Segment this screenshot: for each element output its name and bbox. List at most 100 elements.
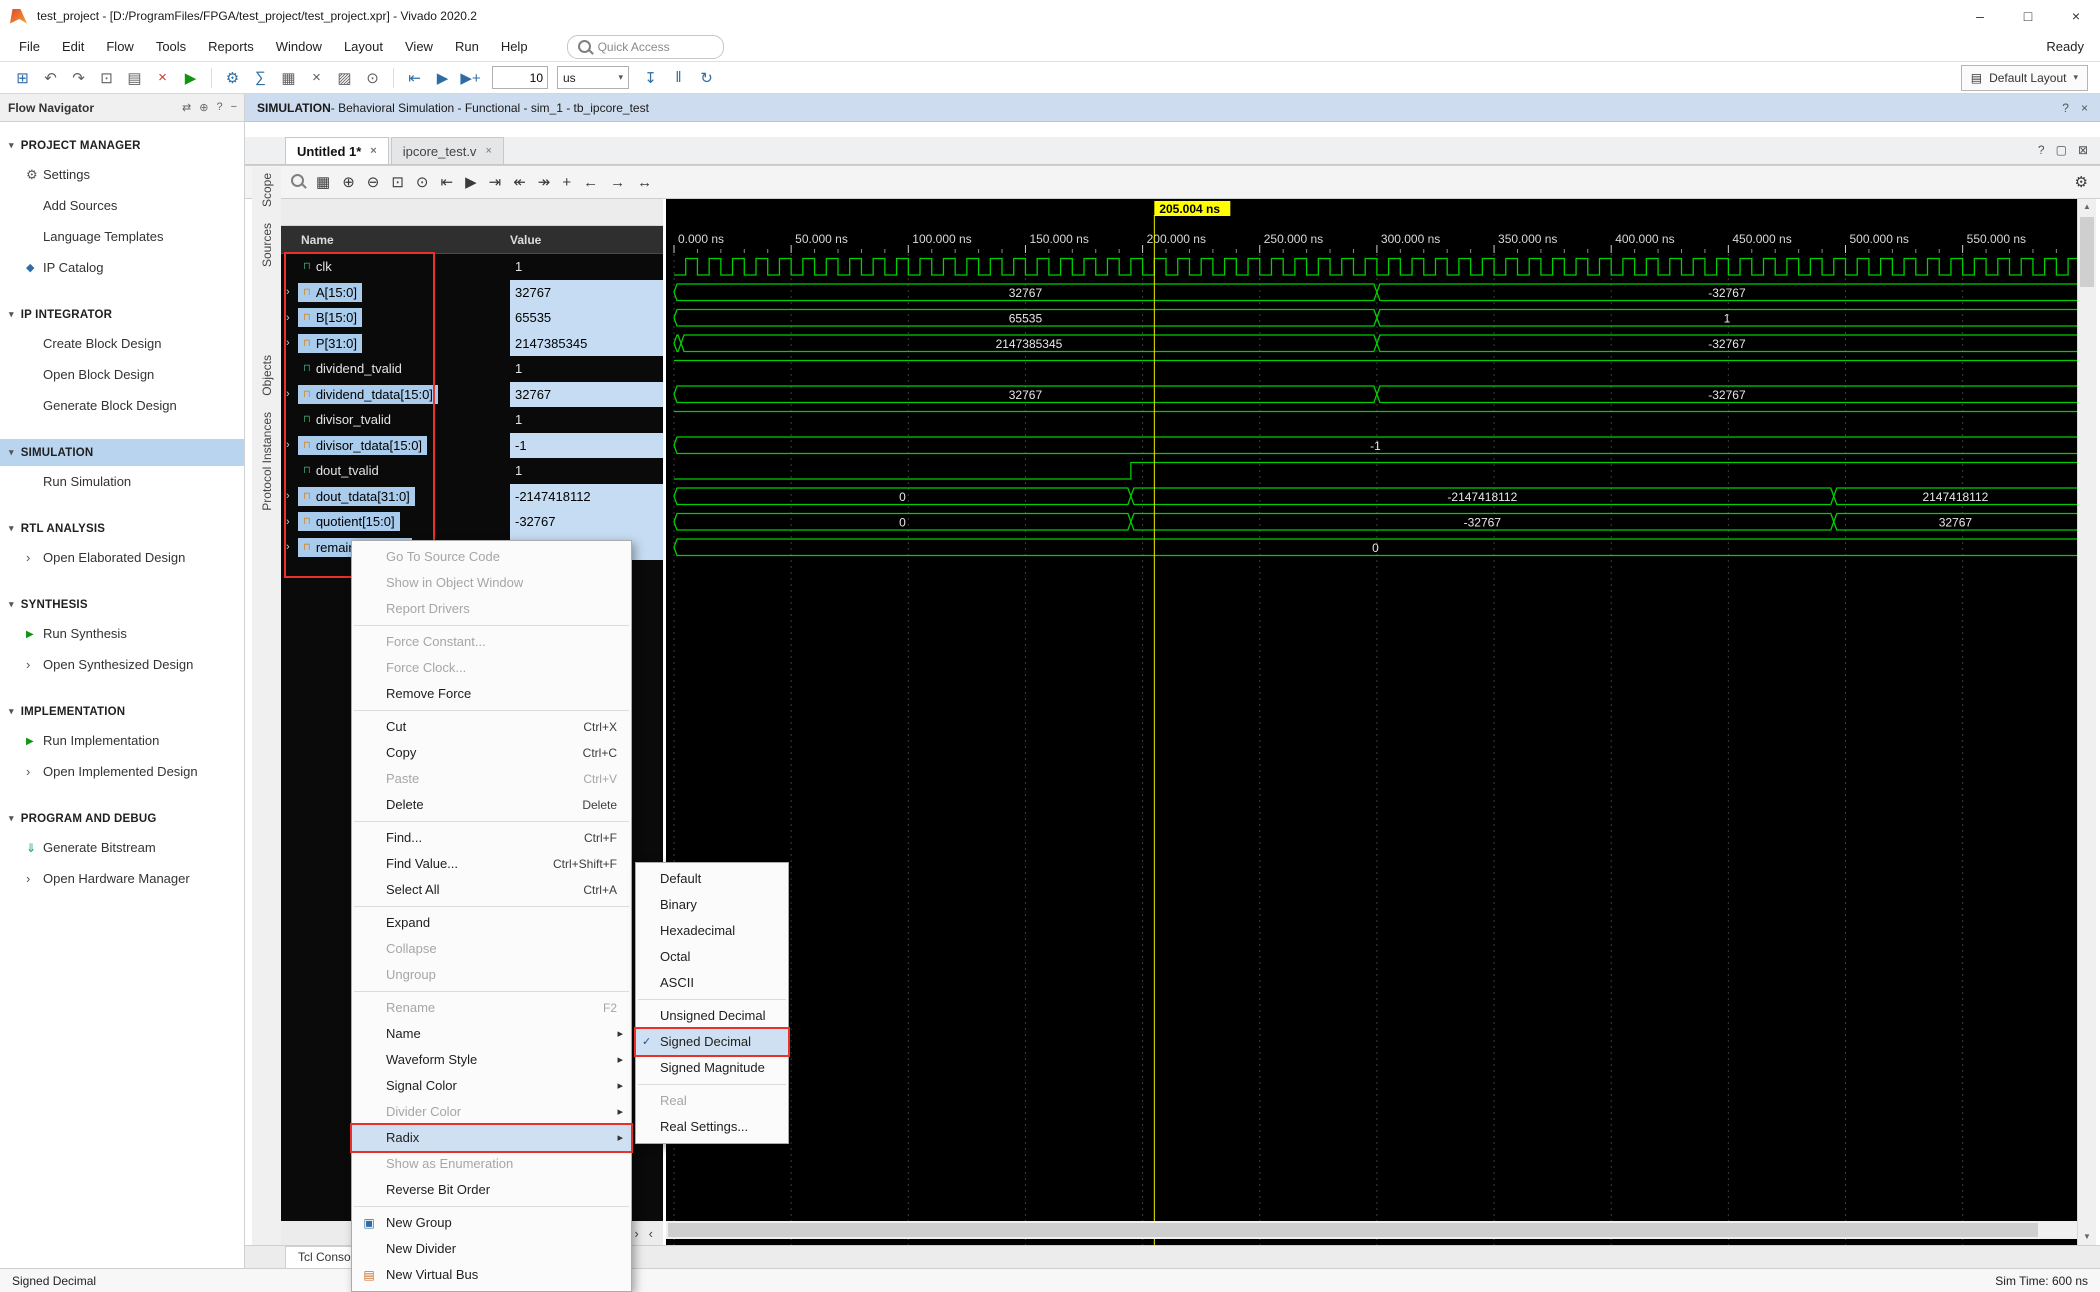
side-tab[interactable]: Sources xyxy=(260,223,274,267)
radix-submenu-item[interactable]: ✓ ASCII xyxy=(636,970,788,996)
context-menu-item[interactable]: Radix ▸ xyxy=(352,1125,631,1151)
radix-submenu-item[interactable]: ✓ Signed Decimal xyxy=(636,1029,788,1055)
context-menu-item[interactable]: Show in Object Window ▸ xyxy=(352,570,631,596)
vertical-scrollbar[interactable]: ▲ ▼ xyxy=(2077,199,2096,1245)
radix-submenu-item[interactable]: ✓ xyxy=(638,999,786,1000)
signal-row[interactable]: › ⊓ divisor_tvalid 1 xyxy=(281,407,663,433)
document-tab[interactable]: Untitled 1* × xyxy=(285,137,389,164)
scroll-down-icon[interactable]: ▼ xyxy=(2078,1229,2096,1245)
flow-nav-item[interactable]: Generate Bitstream xyxy=(0,832,244,863)
flow-nav-item[interactable]: Run Implementation xyxy=(0,725,244,756)
expand-chevron-icon[interactable]: › xyxy=(281,312,298,324)
maximize-button[interactable]: □ xyxy=(2004,0,2052,32)
go-to-time-end-icon[interactable]: ⇥ xyxy=(489,173,502,191)
context-menu-item[interactable]: New Divider ▸ xyxy=(352,1236,631,1262)
close-tab-icon[interactable]: × xyxy=(370,145,376,157)
flow-nav-item[interactable]: Open Hardware Manager xyxy=(0,863,244,894)
signal-name-chip[interactable]: ⊓ dividend_tdata[15:0] xyxy=(298,385,438,404)
layout-selector[interactable]: ▤ Default Layout ▾ xyxy=(1961,65,2088,91)
collapse-left-icon[interactable]: ‹ xyxy=(649,1226,653,1241)
flow-nav-section-header[interactable]: ▾ SYNTHESIS xyxy=(0,591,244,618)
undo-icon[interactable]: ↶ xyxy=(38,69,63,87)
signal-row[interactable]: › ⊓ P[31:0] 2147385345 xyxy=(281,331,663,357)
flow-nav-section-header[interactable]: ▾ IP INTEGRATOR xyxy=(0,301,244,328)
flow-nav-item[interactable]: Generate Block Design xyxy=(0,390,244,421)
signal-name-chip[interactable]: ⊓ quotient[15:0] xyxy=(298,512,400,531)
vertical-scrollbar-thumb[interactable] xyxy=(2080,217,2094,287)
context-menu-item[interactable]: Name ▸ xyxy=(352,1021,631,1047)
signal-row[interactable]: › ⊓ quotient[15:0] -32767 xyxy=(281,509,663,535)
context-menu-item[interactable]: ▸ xyxy=(354,710,629,711)
edit-icon[interactable]: ▨ xyxy=(332,69,357,87)
signal-row[interactable]: › ⊓ B[15:0] 65535 xyxy=(281,305,663,331)
context-menu-item[interactable]: Divider Color ▸ xyxy=(352,1099,631,1125)
minimize-icon[interactable]: − xyxy=(231,101,237,114)
side-tab[interactable]: Scope xyxy=(260,173,274,207)
save-icon[interactable]: ▦ xyxy=(316,173,330,191)
signal-name-chip[interactable]: ⊓ P[31:0] xyxy=(298,334,362,353)
context-menu-item[interactable]: Paste Ctrl+V ▸ xyxy=(352,766,631,792)
next-transition-icon[interactable]: ↠ xyxy=(538,173,551,191)
grid-icon[interactable]: ▦ xyxy=(276,69,301,87)
run-for-time-icon[interactable]: ▶+ xyxy=(458,69,483,87)
signal-name-chip[interactable]: ⊓ divisor_tvalid xyxy=(298,410,396,429)
paste-icon[interactable]: ▤ xyxy=(122,69,147,87)
flow-nav-item[interactable]: Run Synthesis xyxy=(0,618,244,649)
add-icon[interactable]: ⊕ xyxy=(199,101,208,114)
flow-nav-item[interactable]: Open Synthesized Design xyxy=(0,649,244,680)
redo-icon[interactable]: ↷ xyxy=(66,69,91,87)
quick-access-search[interactable]: Quick Access xyxy=(567,35,724,59)
menu-bar-item[interactable]: Window xyxy=(265,39,333,54)
side-tab[interactable]: Protocol Instances xyxy=(260,412,274,511)
context-menu-item[interactable]: Expand ▸ xyxy=(352,910,631,936)
waveform-svg[interactable]: 0.000 ns50.000 ns100.000 ns150.000 ns200… xyxy=(666,199,2077,1245)
menu-bar-item[interactable]: Flow xyxy=(95,39,144,54)
zoom-fit-icon[interactable]: ⊡ xyxy=(391,173,404,191)
copy-icon[interactable]: ⊡ xyxy=(94,69,119,87)
expand-chevron-icon[interactable]: › xyxy=(281,516,298,528)
context-menu-item[interactable]: Select All Ctrl+A ▸ xyxy=(352,877,631,903)
run-flow-icon[interactable]: ▶ xyxy=(178,69,203,87)
float-window-icon[interactable]: ▢ xyxy=(2056,143,2067,157)
minimize-button[interactable]: – xyxy=(1956,0,2004,32)
collapse-right-icon[interactable]: › xyxy=(634,1226,638,1241)
context-menu-item[interactable]: Collapse ▸ xyxy=(352,936,631,962)
flow-nav-section-header[interactable]: ▾ RTL ANALYSIS xyxy=(0,515,244,542)
waveform-panel[interactable]: 0.000 ns50.000 ns100.000 ns150.000 ns200… xyxy=(666,199,2077,1245)
value-column-header[interactable]: Value xyxy=(510,233,541,247)
waveform-settings-gear-icon[interactable]: ⚙ xyxy=(2075,173,2088,191)
context-menu-item[interactable]: New Group ▸ xyxy=(352,1210,631,1236)
close-button[interactable]: × xyxy=(2052,0,2100,32)
help-icon[interactable]: ? xyxy=(216,101,222,114)
signal-row[interactable]: › ⊓ dividend_tdata[15:0] 32767 xyxy=(281,382,663,408)
signal-row[interactable]: › ⊓ A[15:0] 32767 xyxy=(281,280,663,306)
menu-bar-item[interactable]: Tools xyxy=(145,39,197,54)
flow-nav-item[interactable]: Open Implemented Design xyxy=(0,756,244,787)
flow-nav-section-header[interactable]: ▾ PROJECT MANAGER xyxy=(0,132,244,159)
toolbar-icon[interactable] xyxy=(393,68,394,88)
radix-submenu-item[interactable]: ✓ Binary xyxy=(636,892,788,918)
run-all-icon[interactable]: ▶ xyxy=(465,173,477,191)
flow-nav-section-header[interactable]: ▾ SIMULATION xyxy=(0,439,244,466)
context-menu-item[interactable]: ▸ xyxy=(354,821,629,822)
signal-name-chip[interactable]: ⊓ dout_tvalid xyxy=(298,461,384,480)
delete-icon[interactable]: × xyxy=(150,69,175,86)
expand-chevron-icon[interactable]: › xyxy=(281,541,298,553)
new-window-icon[interactable]: ⊞ xyxy=(10,69,35,87)
previous-marker-icon[interactable]: ← xyxy=(583,174,598,191)
toolbar-icon[interactable] xyxy=(211,68,212,88)
radix-submenu-item[interactable]: ✓ Hexadecimal xyxy=(636,918,788,944)
radix-submenu-item[interactable]: ✓ xyxy=(638,1084,786,1085)
menu-bar-item[interactable]: Reports xyxy=(197,39,265,54)
radix-submenu-item[interactable]: ✓ Signed Magnitude xyxy=(636,1055,788,1081)
zoom-in-icon[interactable]: ⊕ xyxy=(342,173,355,191)
go-to-time-0-icon[interactable]: ⇤ xyxy=(441,173,454,191)
zoom-out-icon[interactable]: ⊖ xyxy=(367,173,380,191)
probe-icon[interactable]: ⊙ xyxy=(360,69,385,87)
context-menu-item[interactable]: ▸ xyxy=(354,625,629,626)
side-tab[interactable]: Objects xyxy=(260,355,274,396)
context-menu-item[interactable]: Copy Ctrl+C ▸ xyxy=(352,740,631,766)
context-menu-item[interactable]: Report Drivers ▸ xyxy=(352,596,631,622)
flow-nav-section-header[interactable]: ▾ IMPLEMENTATION xyxy=(0,698,244,725)
signal-row[interactable]: › ⊓ dividend_tvalid 1 xyxy=(281,356,663,382)
